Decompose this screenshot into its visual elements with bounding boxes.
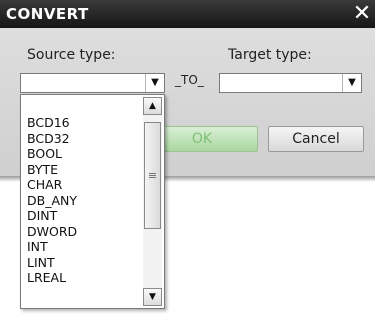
list-item[interactable]: INT — [27, 239, 77, 255]
list-item[interactable]: DINT — [27, 208, 77, 224]
list-item[interactable]: DWORD — [27, 224, 77, 240]
list-item[interactable]: BOOL — [27, 146, 77, 162]
list-item[interactable]: BCD16 — [27, 115, 77, 131]
list-item[interactable]: LREAL — [27, 270, 77, 286]
scroll-up-icon[interactable]: ▲ — [143, 97, 162, 115]
to-label: _TO_ — [175, 73, 204, 87]
scroll-thumb[interactable]: ≡ — [144, 122, 161, 229]
title-bar: CONVERT ✕ — [0, 0, 375, 28]
dialog-title: CONVERT — [6, 5, 89, 23]
chevron-down-icon[interactable]: ▼ — [145, 74, 164, 92]
vertical-scrollbar[interactable]: ▲ ≡ ▼ — [143, 97, 162, 306]
list-item[interactable]: CHAR — [27, 177, 77, 193]
source-type-dropdown-list[interactable]: BCD16 BCD32 BOOL BYTE CHAR DB_ANY DINT D… — [20, 94, 165, 309]
list-item[interactable]: BCD32 — [27, 131, 77, 147]
target-type-label: Target type: — [228, 47, 312, 63]
source-type-combo[interactable]: ▼ — [20, 73, 165, 93]
scroll-down-icon[interactable]: ▼ — [143, 288, 162, 306]
close-icon[interactable]: ✕ — [351, 0, 373, 28]
option-list: BCD16 BCD32 BOOL BYTE CHAR DB_ANY DINT D… — [27, 115, 77, 286]
chevron-down-icon[interactable]: ▼ — [342, 74, 361, 92]
list-item[interactable]: DB_ANY — [27, 193, 77, 209]
list-item[interactable]: LINT — [27, 255, 77, 271]
list-item[interactable]: BYTE — [27, 162, 77, 178]
cancel-button[interactable]: Cancel — [268, 126, 364, 152]
source-type-label: Source type: — [27, 47, 116, 63]
target-type-combo[interactable]: ▼ — [219, 73, 362, 93]
